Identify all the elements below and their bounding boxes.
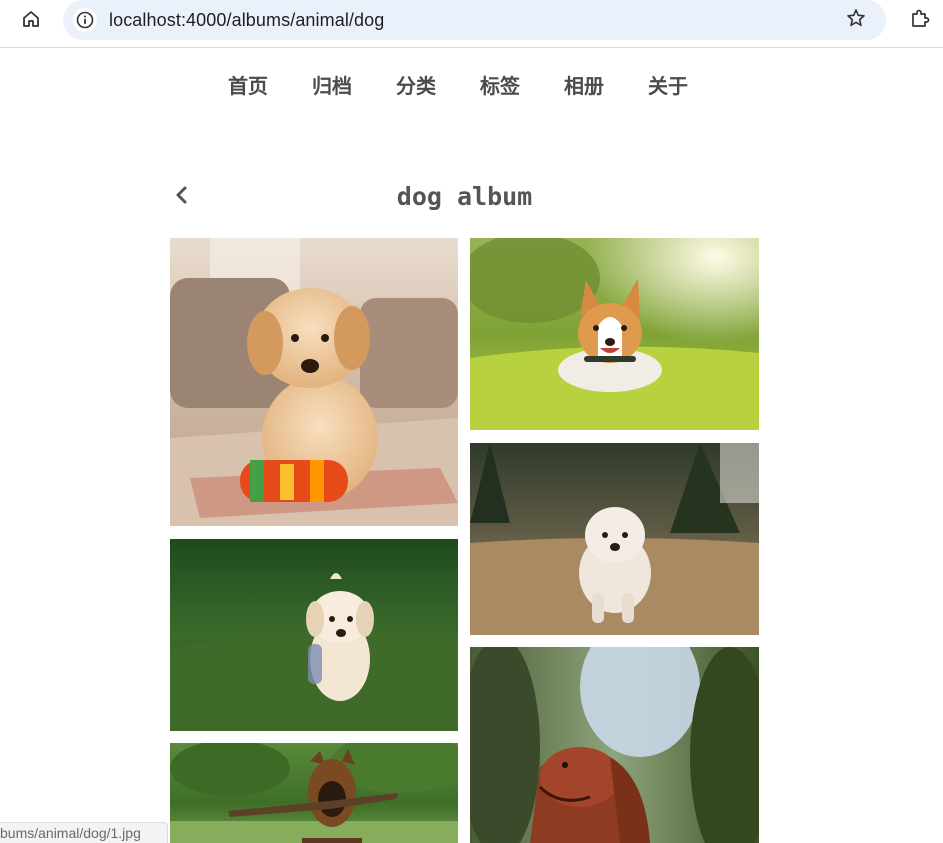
chevron-left-icon: [174, 185, 188, 210]
extensions-button[interactable]: [905, 6, 935, 36]
site-info-icon[interactable]: [73, 8, 97, 32]
star-icon: [846, 8, 866, 33]
status-url-text: bums/animal/dog/1.jpg: [0, 825, 141, 841]
nav-item-categories[interactable]: 分类: [396, 70, 436, 99]
address-bar[interactable]: localhost:4000/albums/animal/dog: [63, 0, 886, 40]
puzzle-icon: [909, 8, 931, 35]
nav-item-about[interactable]: 关于: [648, 70, 688, 99]
album-photo-setter[interactable]: [470, 647, 759, 843]
album-photo-golden-puppy[interactable]: [170, 238, 458, 526]
bookmark-button[interactable]: [842, 6, 870, 34]
home-icon: [21, 9, 41, 34]
nav-item-archive[interactable]: 归档: [312, 70, 352, 99]
back-button[interactable]: [170, 184, 192, 210]
nav-item-albums[interactable]: 相册: [564, 70, 604, 99]
album-title: dog album: [396, 182, 533, 211]
album-photo-white-puppy[interactable]: [170, 539, 458, 731]
url-text[interactable]: localhost:4000/albums/animal/dog: [109, 10, 384, 31]
home-button[interactable]: [16, 6, 46, 36]
album-photo-german-shepherd[interactable]: [170, 743, 458, 843]
nav-item-tags[interactable]: 标签: [480, 70, 520, 99]
album-photo-corgi[interactable]: [470, 238, 759, 430]
status-url-preview: bums/animal/dog/1.jpg: [0, 822, 168, 843]
browser-toolbar: localhost:4000/albums/animal/dog: [0, 0, 943, 48]
nav-item-home[interactable]: 首页: [228, 70, 268, 99]
album-photo-fluffy-dog[interactable]: [470, 443, 759, 635]
site-nav: 首页 归档 分类 标签 相册 关于: [228, 70, 688, 99]
